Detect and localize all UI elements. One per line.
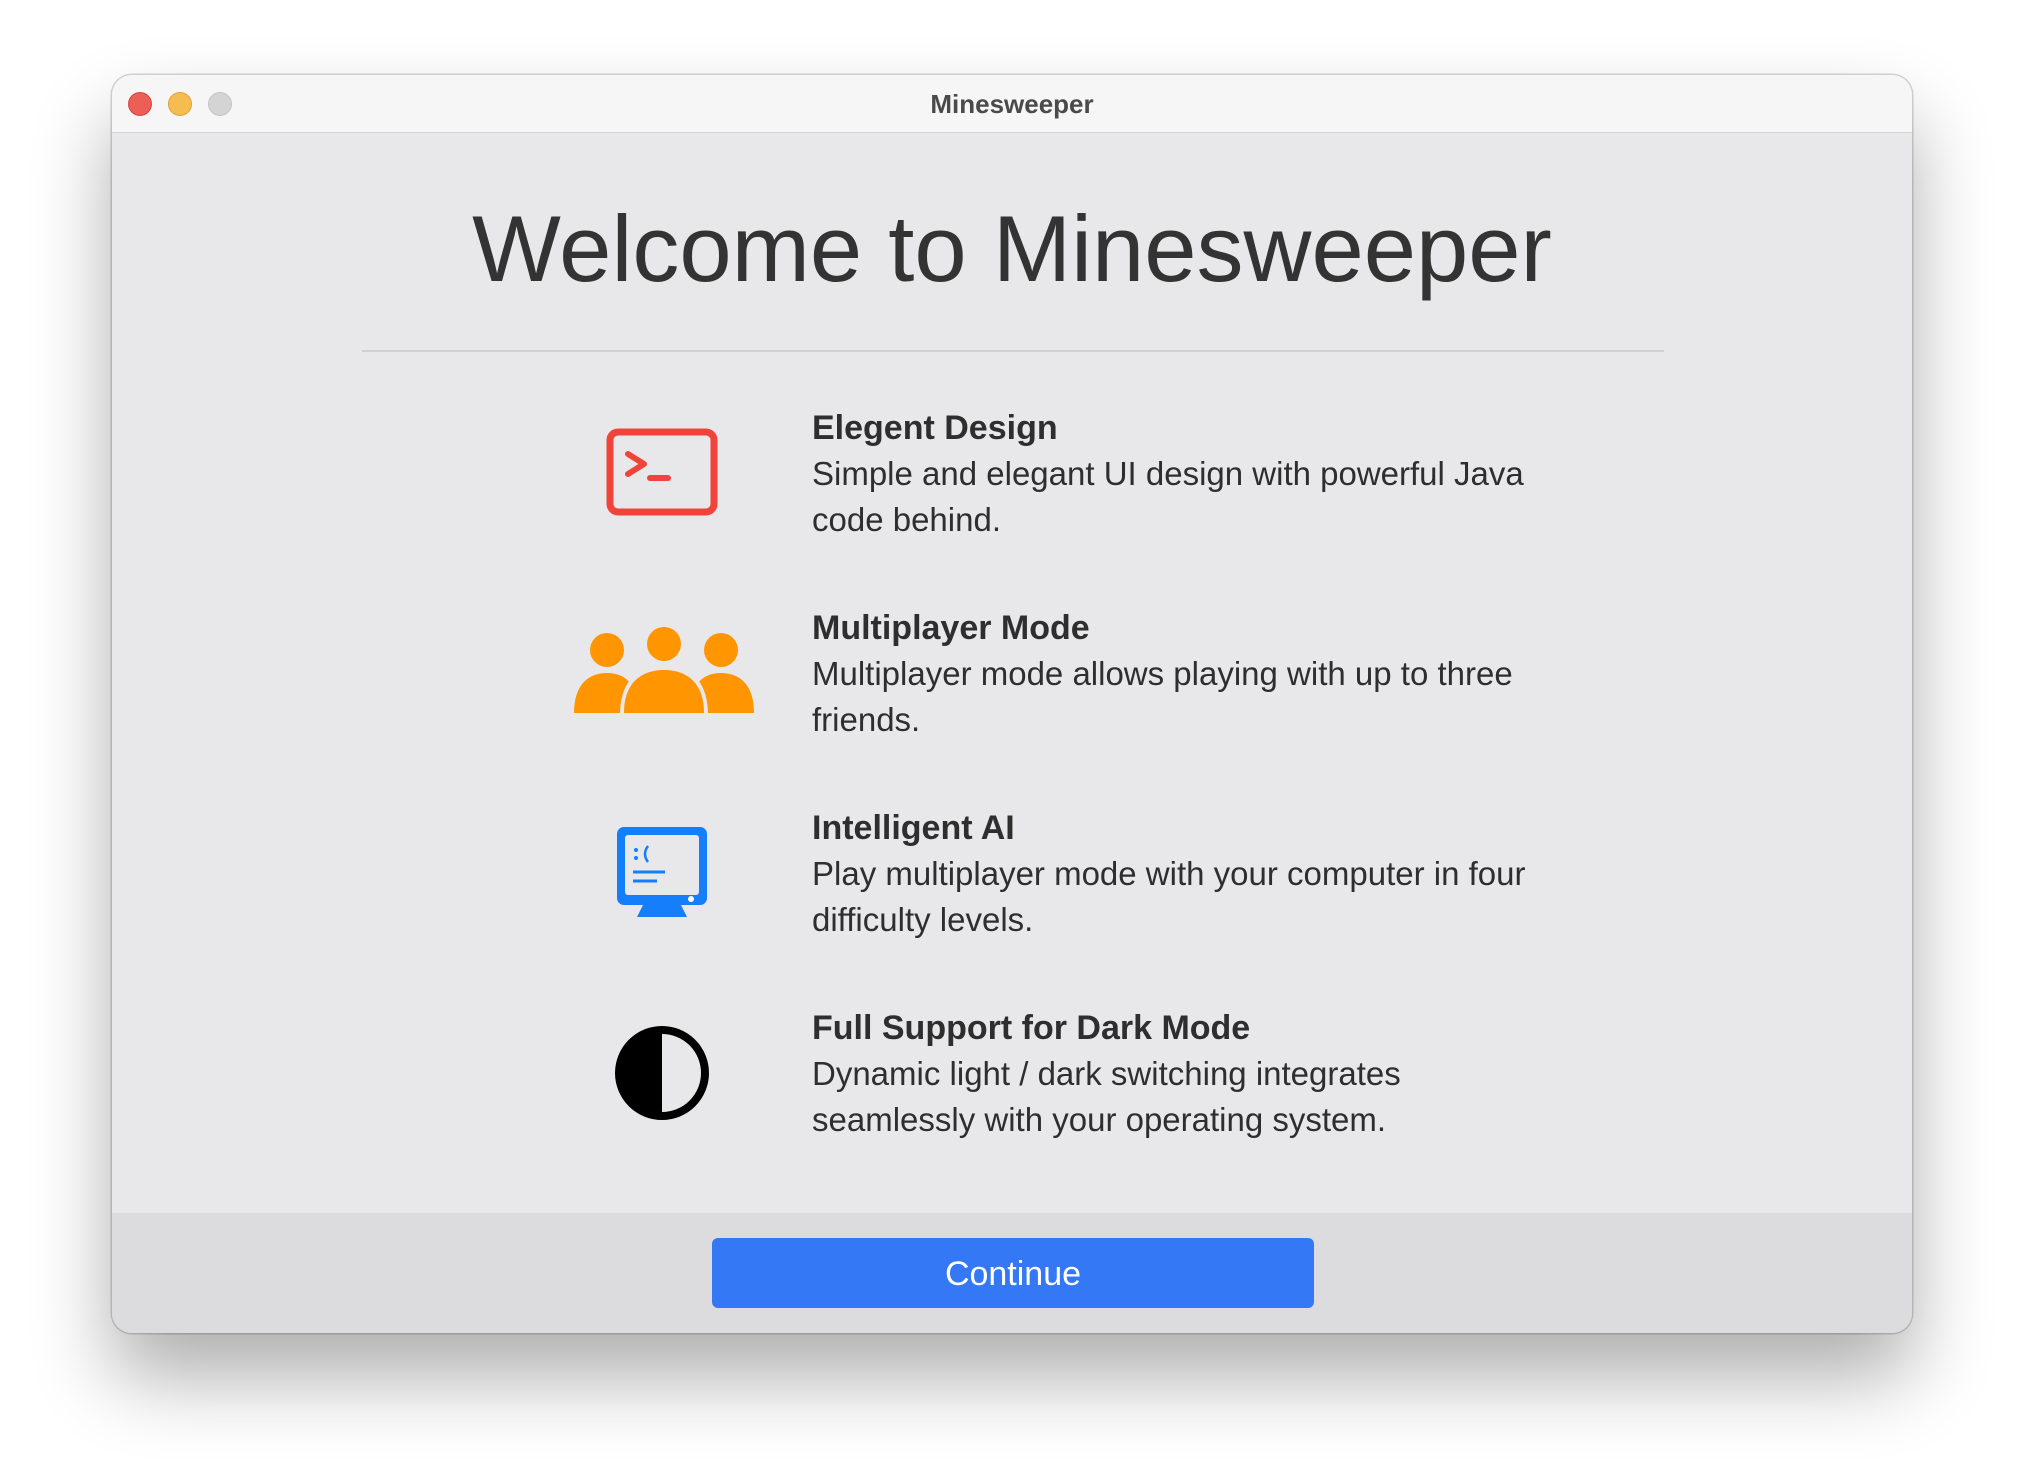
feature-intelligent-ai: Intelligent AI Play multiplayer mode wit… <box>812 805 1572 943</box>
feature-title: Intelligent AI <box>812 809 1015 847</box>
feature-elegant-design: Elegent Design Simple and elegant UI des… <box>812 405 1572 543</box>
feature-title: Elegent Design <box>812 409 1058 447</box>
feature-multiplayer-mode: Multiplayer Mode Multiplayer mode allows… <box>812 605 1572 743</box>
computer-monitor-icon <box>617 827 707 917</box>
continue-button[interactable]: Continue <box>712 1238 1314 1308</box>
welcome-heading: Welcome to Minesweeper <box>472 196 1552 301</box>
half-circle-contrast-icon <box>615 1026 709 1120</box>
title-bar[interactable]: Minesweeper <box>112 75 1912 133</box>
people-group-icon <box>574 623 754 715</box>
feature-description: Dynamic light / dark switching integrate… <box>812 1055 1401 1138</box>
feature-description: Multiplayer mode allows playing with up … <box>812 655 1513 738</box>
feature-title: Full Support for Dark Mode <box>812 1009 1251 1047</box>
footer-bar: Continue <box>112 1213 1912 1333</box>
heading-divider <box>362 350 1664 352</box>
window-title: Minesweeper <box>930 89 1094 119</box>
feature-description: Play multiplayer mode with your computer… <box>812 855 1526 938</box>
feature-title: Multiplayer Mode <box>812 609 1090 647</box>
feature-dark-mode: Full Support for Dark Mode Dynamic light… <box>812 1005 1572 1143</box>
terminal-icon <box>606 428 718 516</box>
app-window: Minesweeper Welcome to Minesweeper Elege… <box>112 75 1912 1333</box>
feature-description: Simple and elegant UI design with powerf… <box>812 455 1524 538</box>
